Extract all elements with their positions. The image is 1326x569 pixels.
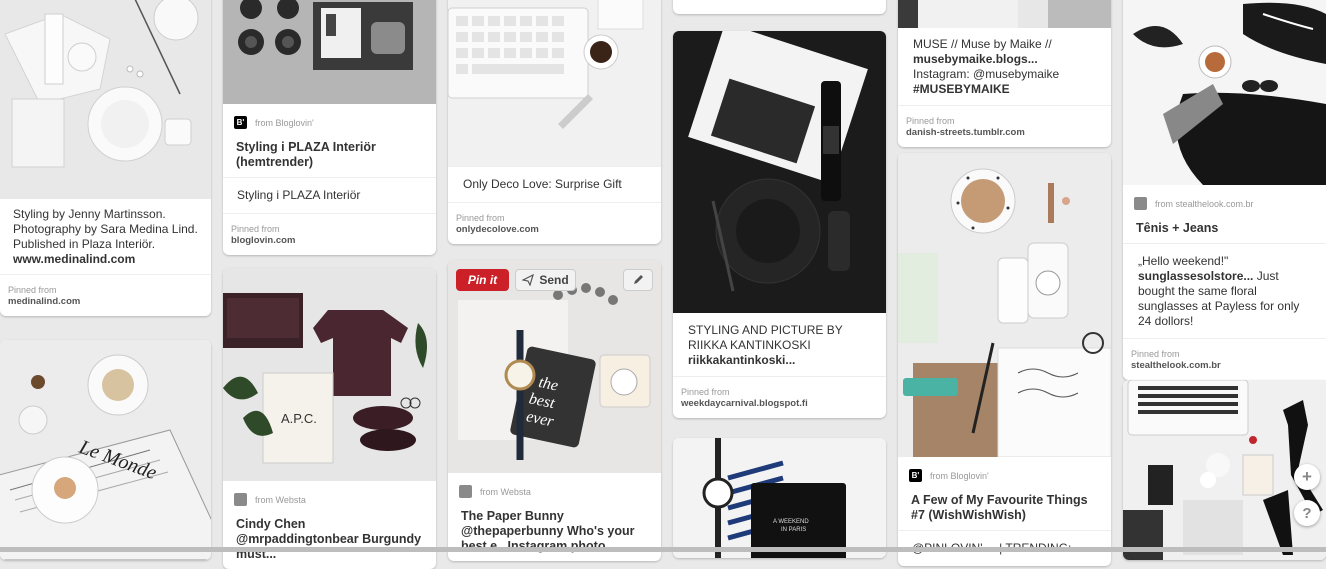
pin-subtitle: Only Deco Love: Surprise Gift <box>448 166 661 202</box>
pin-image[interactable] <box>1123 0 1326 185</box>
pin-description: „Hello weekend!" sunglassesolstore... Ju… <box>1123 243 1326 338</box>
pin-title[interactable]: Styling i PLAZA Interiör (hemtrender) <box>223 137 436 177</box>
horizontal-scrollbar[interactable] <box>0 547 1326 552</box>
svg-text:A.P.C.: A.P.C. <box>281 411 317 426</box>
pin-photo <box>1123 0 1326 185</box>
pin-card[interactable]: B' from Bloglovin' Styling i PLAZA Inter… <box>223 0 436 255</box>
pin-link[interactable]: musebymaike.blogs... <box>913 52 1038 66</box>
pin-card[interactable]: Le Monde <box>0 340 211 560</box>
add-button[interactable]: + <box>1294 464 1320 490</box>
pin-description: Styling by Jenny Martinsson. Photography… <box>13 207 198 266</box>
paper-plane-icon <box>522 274 535 286</box>
pin-image[interactable] <box>0 0 211 199</box>
pin-image[interactable]: Le Monde <box>0 340 211 560</box>
pin-photo <box>0 0 211 199</box>
edit-button[interactable] <box>623 269 653 291</box>
pin-card[interactable]: MUSE // Muse by Maike // musebymaike.blo… <box>898 0 1111 147</box>
pin-it-button[interactable]: Pin it <box>456 269 509 291</box>
pin-source[interactable]: from Websta <box>223 481 436 514</box>
pin-card[interactable] <box>673 0 886 14</box>
pin-image[interactable] <box>898 0 1111 28</box>
pinned-from[interactable]: Pinned from medinalind.com <box>0 274 211 316</box>
pin-card[interactable]: A.P.C. from Websta Cindy Chen @mrpadding… <box>223 268 436 569</box>
pin-title[interactable]: A Few of My Favourite Things #7 (WishWis… <box>898 490 1111 530</box>
pinned-from[interactable]: Pinned from stealthelook.com.br <box>1123 338 1326 380</box>
hashtag[interactable]: #MUSEBYMAIKE <box>913 82 1010 96</box>
pin-source[interactable]: from stealthelook.com.br <box>1123 185 1326 218</box>
pin-title[interactable]: The Paper Bunny @thepaperbunny Who's you… <box>448 506 661 561</box>
pin-source[interactable]: B' from Bloglovin' <box>898 457 1111 490</box>
pin-source[interactable]: B' from Bloglovin' <box>223 104 436 137</box>
pencil-icon <box>634 275 643 284</box>
pin-photo <box>898 153 1111 457</box>
pin-card[interactable]: the best ever Pin it Send from Websta Th… <box>448 260 661 561</box>
pin-title[interactable]: Tênis + Jeans <box>1123 218 1326 243</box>
pin-card[interactable]: Only Deco Love: Surprise Gift Pinned fro… <box>448 0 661 244</box>
pin-title[interactable]: Cindy Chen @mrpaddingtonbear Burgundy mu… <box>223 514 436 569</box>
pin-subtitle: Styling i PLAZA Interiör <box>223 177 436 213</box>
pin-source[interactable]: from Websta <box>448 473 661 506</box>
pin-image[interactable]: A.P.C. <box>223 268 436 481</box>
bloglovin-icon: B' <box>234 116 247 129</box>
help-icon: ? <box>1302 504 1312 522</box>
pin-photo <box>673 31 886 313</box>
pin-card[interactable]: STYLING AND PICTURE BY RIIKKA KANTINKOSK… <box>673 31 886 418</box>
help-button[interactable]: ? <box>1294 500 1320 526</box>
pin-photo: the best ever <box>448 260 661 473</box>
send-button[interactable]: Send <box>515 269 576 291</box>
stealthelook-icon <box>1134 197 1147 210</box>
pin-link[interactable]: sunglassesolstore... <box>1138 269 1253 283</box>
pin-card[interactable]: A WEEKEND IN PARIS <box>673 438 886 558</box>
pin-image[interactable] <box>223 0 436 104</box>
pin-image[interactable]: the best ever Pin it Send <box>448 260 661 473</box>
pin-link[interactable]: riikkakantinkoski... <box>688 353 795 367</box>
pin-photo: A WEEKEND IN PARIS <box>673 438 886 558</box>
pinned-from[interactable]: Pinned from bloglovin.com <box>223 213 436 255</box>
pin-card[interactable]: from stealthelook.com.br Tênis + Jeans „… <box>1123 0 1326 380</box>
pin-card[interactable]: Styling by Jenny Martinsson. Photography… <box>0 0 211 316</box>
pin-image[interactable] <box>673 31 886 313</box>
plus-icon: + <box>1302 467 1312 486</box>
pin-image[interactable] <box>898 153 1111 457</box>
pin-card[interactable]: B' from Bloglovin' A Few of My Favourite… <box>898 153 1111 566</box>
pin-image[interactable] <box>448 0 661 166</box>
pin-description: STYLING AND PICTURE BY RIIKKA KANTINKOSK… <box>688 323 843 367</box>
bloglovin-icon: B' <box>909 469 922 482</box>
pinned-from[interactable]: Pinned from danish-streets.tumblr.com <box>898 105 1111 147</box>
pin-photo <box>898 0 1111 28</box>
pin-link[interactable]: www.medinalind.com <box>13 252 135 266</box>
pin-photo <box>448 0 661 166</box>
websta-icon <box>459 485 472 498</box>
websta-icon <box>234 493 247 506</box>
pin-image[interactable]: A WEEKEND IN PARIS <box>673 438 886 558</box>
pin-photo <box>223 0 436 104</box>
pin-photo: Le Monde <box>0 340 211 560</box>
pin-photo: A.P.C. <box>223 268 436 481</box>
svg-text:A WEEKEND: A WEEKEND <box>773 519 809 525</box>
pinned-from[interactable]: Pinned from onlydecolove.com <box>448 202 661 244</box>
svg-text:IN PARIS: IN PARIS <box>781 527 806 533</box>
pinned-from[interactable]: Pinned from weekdaycarnival.blogspot.fi <box>673 376 886 418</box>
pin-description: MUSE // Muse by Maike // musebymaike.blo… <box>913 37 1060 96</box>
